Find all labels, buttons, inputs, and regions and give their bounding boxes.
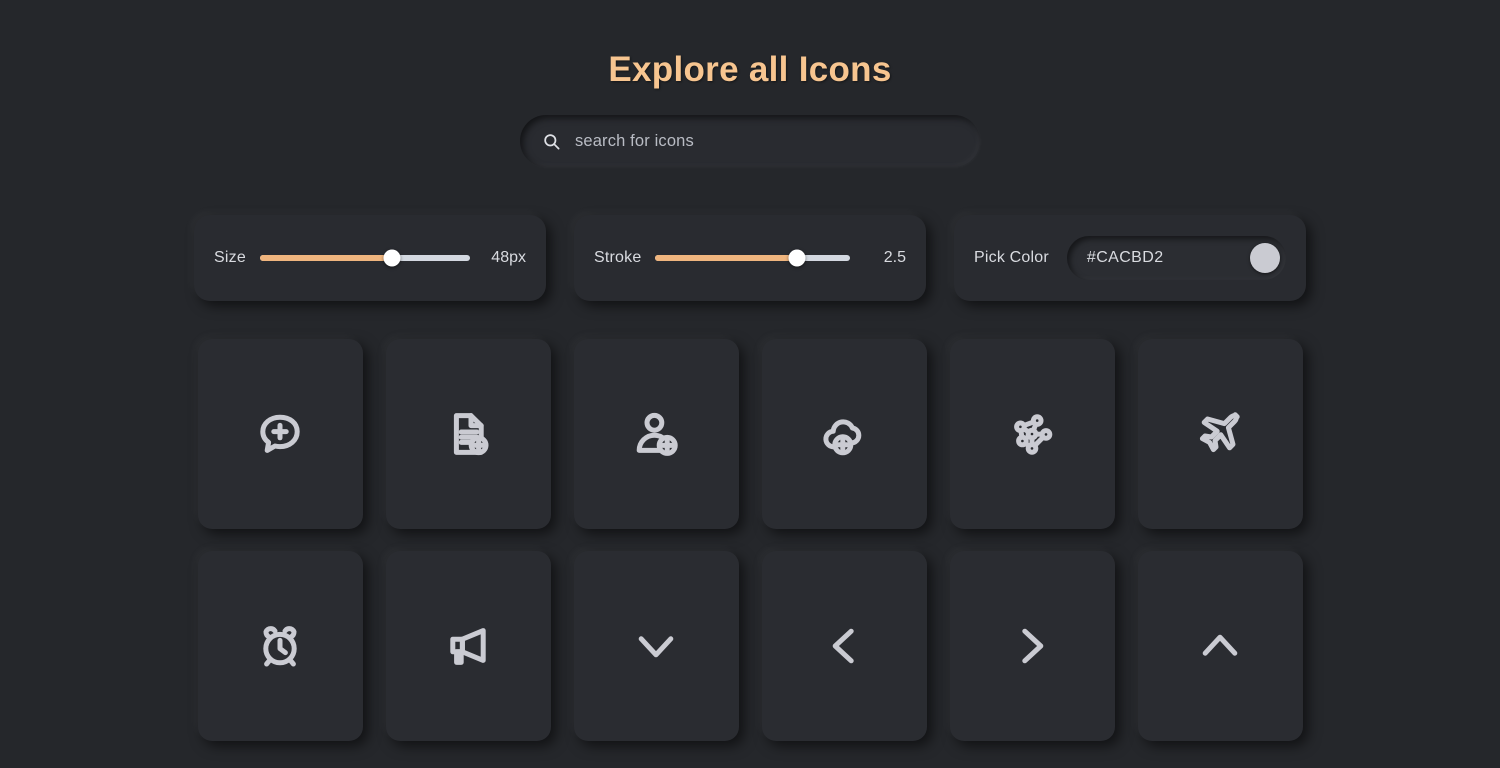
- network-nodes-icon: [1008, 410, 1056, 458]
- icon-card-alarm-clock[interactable]: [197, 551, 363, 741]
- stroke-slider-fill: [655, 255, 798, 261]
- icon-card-chevron-right[interactable]: [949, 551, 1115, 741]
- chevron-up-icon: [1196, 622, 1244, 670]
- color-control-panel: Pick Color #CACBD2: [954, 215, 1306, 301]
- color-hex-value: #CACBD2: [1086, 249, 1164, 266]
- icon-card-user-add[interactable]: [573, 339, 739, 529]
- size-control-panel: Size 48px: [194, 215, 546, 301]
- icon-card-network-nodes[interactable]: [949, 339, 1115, 529]
- icon-card-chevron-down[interactable]: [573, 551, 739, 741]
- icon-card-cloud-add[interactable]: [761, 339, 927, 529]
- icon-card-chevron-left[interactable]: [761, 551, 927, 741]
- icon-card-chevron-up[interactable]: [1137, 551, 1303, 741]
- size-label: Size: [214, 249, 246, 266]
- chevron-right-icon: [1008, 622, 1056, 670]
- page-title: Explore all Icons: [608, 50, 892, 89]
- search-section: [0, 115, 1500, 167]
- cloud-add-icon: [820, 410, 868, 458]
- search-input[interactable]: [575, 131, 958, 151]
- alarm-clock-icon: [256, 622, 304, 670]
- stroke-slider[interactable]: [641, 249, 864, 267]
- icon-grid: [0, 339, 1500, 741]
- size-slider-fill: [259, 255, 393, 261]
- size-slider[interactable]: [246, 249, 484, 267]
- search-bar[interactable]: [520, 115, 980, 167]
- pick-color-label: Pick Color: [974, 249, 1049, 266]
- airplane-icon: [1196, 410, 1244, 458]
- size-slider-thumb[interactable]: [383, 249, 401, 267]
- megaphone-icon: [444, 622, 492, 670]
- stroke-value: 2.5: [883, 249, 906, 266]
- icon-explorer-page: Explore all Icons Size 48px: [0, 0, 1500, 768]
- chevron-down-icon: [632, 622, 680, 670]
- chevron-left-icon: [820, 622, 868, 670]
- comment-add-icon: [256, 410, 304, 458]
- color-swatch[interactable]: [1250, 243, 1280, 273]
- icon-card-megaphone[interactable]: [385, 551, 551, 741]
- stroke-label: Stroke: [594, 249, 642, 266]
- stroke-control-panel: Stroke 2.5: [574, 215, 926, 301]
- stroke-slider-thumb[interactable]: [788, 249, 806, 267]
- icon-card-file-add[interactable]: [385, 339, 551, 529]
- file-add-icon: [444, 410, 492, 458]
- icon-card-comment-add[interactable]: [197, 339, 363, 529]
- color-input-field[interactable]: #CACBD2: [1066, 236, 1286, 280]
- size-value: 48px: [491, 249, 526, 266]
- user-add-icon: [632, 410, 680, 458]
- controls-row: Size 48px Stroke 2.5 Pick Color #CACBD2: [0, 215, 1500, 301]
- icon-card-airplane[interactable]: [1137, 339, 1303, 529]
- search-icon: [542, 132, 561, 151]
